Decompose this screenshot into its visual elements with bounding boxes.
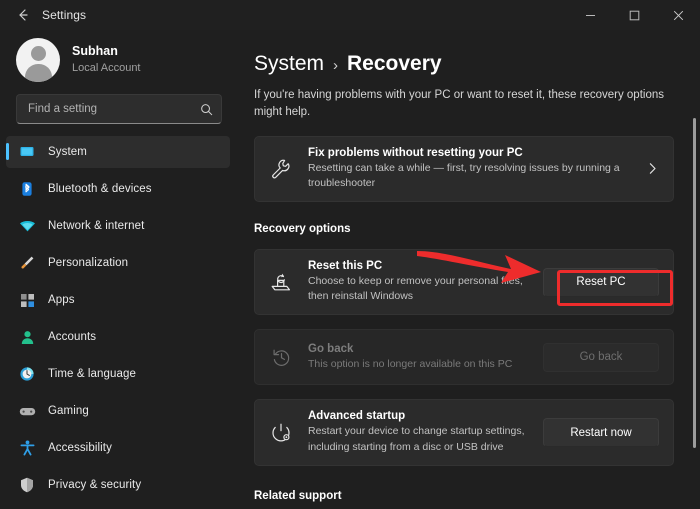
advanced-startup-text: Advanced startup Restart your device to … [308,410,531,454]
sidebar-item-accounts[interactable]: Accounts [6,321,230,353]
history-icon [268,347,294,368]
card-description: Restart your device to change startup se… [308,425,525,453]
sidebar: Subhan Local Account Find a setting Syst… [0,30,240,509]
sidebar-label: Personalization [48,257,129,269]
close-button[interactable] [656,0,700,30]
gamepad-icon [18,402,36,420]
restart-now-button[interactable]: Restart now [543,418,659,448]
breadcrumb-parent[interactable]: System [254,52,324,76]
brush-icon [18,254,36,272]
sidebar-label: Accessibility [48,442,112,454]
sidebar-label: Privacy & security [48,479,142,491]
card-description: This option is no longer available on th… [308,357,513,370]
back-button[interactable] [8,2,38,28]
back-arrow-icon [19,9,28,21]
recovery-options-heading: Recovery options [254,222,351,235]
go-back-card: Go back This option is no longer availab… [254,329,674,386]
maximize-icon [629,10,639,20]
sidebar-label: Accounts [48,331,97,343]
account-name: Subhan [72,44,118,59]
sidebar-nav: System Bluetooth & devices Network & int… [0,136,240,509]
page-description: If you're having problems with your PC o… [254,89,664,119]
minimize-button[interactable] [568,0,612,30]
wrench-icon [268,158,294,180]
wifi-icon [18,217,36,235]
sidebar-item-network-internet[interactable]: Network & internet [6,210,230,242]
title-bar: Settings [0,0,700,30]
main-content: System › Recovery If you're having probl… [240,30,700,509]
window-body: Subhan Local Account Find a setting Syst… [0,30,700,509]
sidebar-label: Gaming [48,405,89,417]
search-box[interactable] [16,94,222,124]
sidebar-item-time-language[interactable]: Time & language [6,358,230,390]
shield-icon [18,476,36,494]
chevron-right-icon[interactable] [640,162,659,175]
fix-problems-card[interactable]: Fix problems without resetting your PC R… [254,135,674,202]
sidebar-item-apps[interactable]: Apps [6,284,230,316]
account-type: Local Account [72,61,141,74]
accessibility-icon [18,439,36,457]
sidebar-label: Apps [48,294,75,306]
sidebar-item-system[interactable]: System [6,136,230,168]
sidebar-item-privacy-security[interactable]: Privacy & security [6,469,230,501]
bluetooth-icon [18,180,36,198]
maximize-button[interactable] [612,0,656,30]
search-wrap [0,94,240,124]
advanced-startup-card: Advanced startup Restart your device to … [254,399,674,466]
card-title: Reset this PC [308,259,383,272]
fix-problems-text: Fix problems without resetting your PC R… [308,147,640,191]
clock-icon [18,365,36,383]
window-controls [568,0,700,30]
reset-pc-button[interactable]: Reset PC [543,267,659,297]
reset-pc-icon [268,271,294,293]
sidebar-item-gaming[interactable]: Gaming [6,395,230,427]
search-icon [200,103,213,116]
sidebar-item-bluetooth-devices[interactable]: Bluetooth & devices [6,173,230,205]
close-icon [673,10,683,20]
settings-window: Settings Subhan Local Account Find a set… [0,0,700,509]
apps-icon [18,291,36,309]
account-block[interactable]: Subhan Local Account [0,30,240,94]
reset-this-pc-card: Reset this PC Choose to keep or remove y… [254,248,674,316]
person-icon [18,328,36,346]
search-input[interactable] [28,103,200,115]
breadcrumb: System › Recovery [254,52,674,76]
sidebar-item-accessibility[interactable]: Accessibility [6,432,230,464]
sidebar-label: System [48,146,87,158]
page-title: Recovery [347,52,442,75]
scrollbar-thumb[interactable] [693,118,696,448]
card-description: Choose to keep or remove your personal f… [308,274,523,303]
card-description: Resetting can take a while — first, try … [308,161,620,189]
reset-this-pc-text: Reset this PC Choose to keep or remove y… [308,260,531,304]
app-title: Settings [42,8,87,22]
breadcrumb-separator-icon: › [333,57,339,74]
sidebar-label: Network & internet [48,220,145,232]
monitor-icon [18,143,36,161]
sidebar-label: Bluetooth & devices [48,183,152,195]
power-gear-icon [268,422,294,444]
card-title: Fix problems without resetting your PC [308,146,523,159]
related-support-heading: Related support [254,489,342,502]
go-back-button: Go back [543,342,659,372]
minimize-icon [585,14,595,16]
sidebar-item-personalization[interactable]: Personalization [6,247,230,279]
go-back-text: Go back This option is no longer availab… [308,343,531,372]
account-text: Subhan Local Account [72,44,141,75]
card-title: Advanced startup [308,410,406,423]
avatar [16,38,60,82]
sidebar-label: Time & language [48,368,137,380]
card-title: Go back [308,342,354,355]
